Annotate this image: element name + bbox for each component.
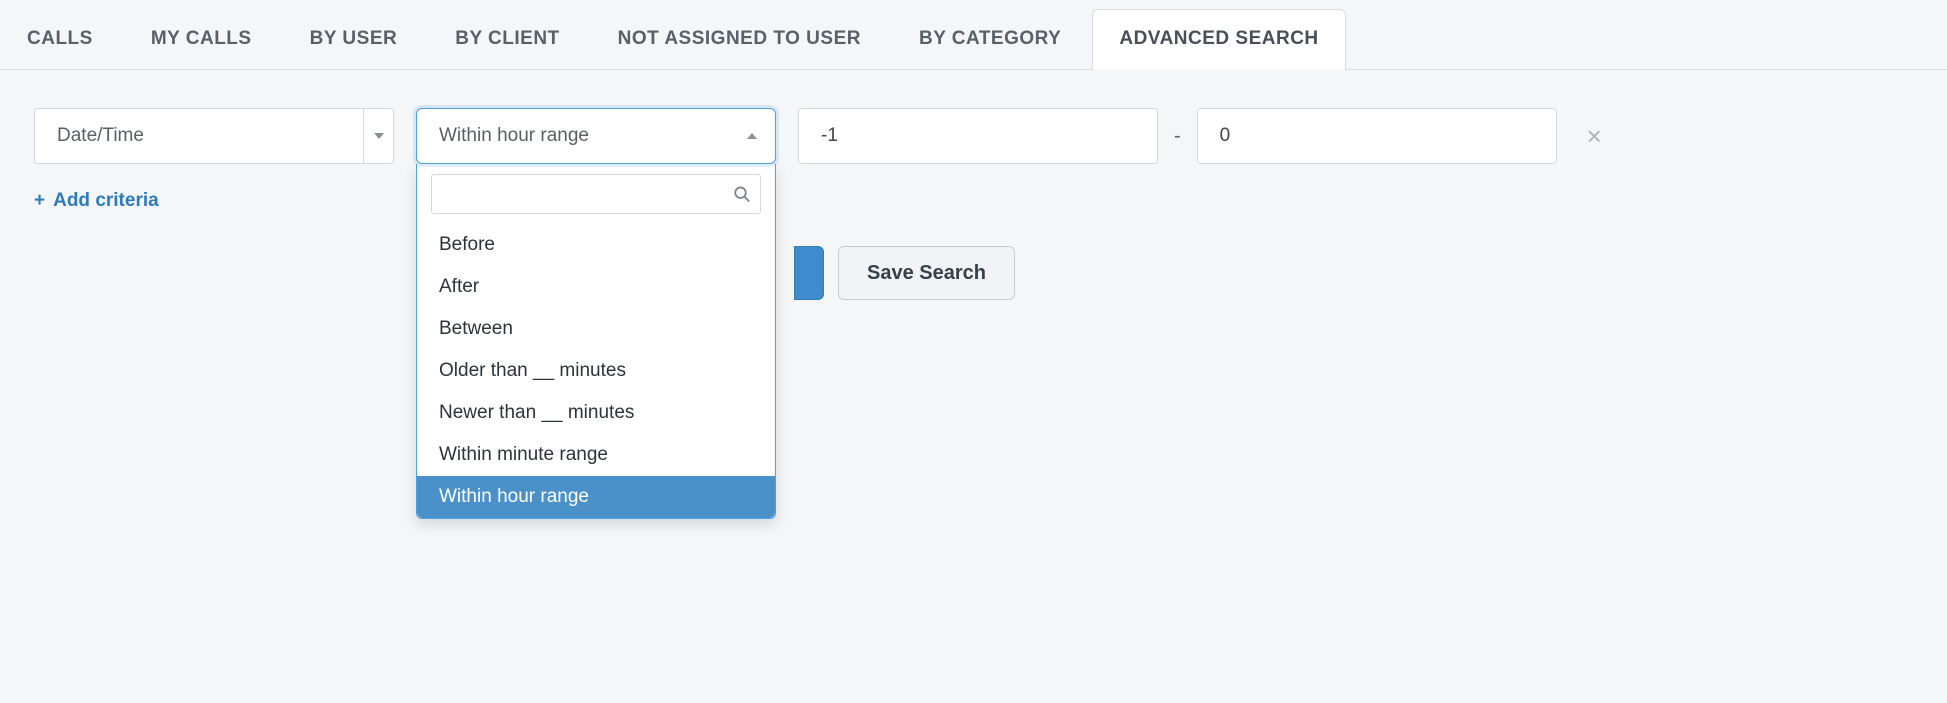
caret-down-icon	[374, 133, 384, 139]
operator-option-before[interactable]: Before	[417, 224, 775, 266]
add-criteria-label: Add criteria	[53, 190, 159, 212]
criteria-row: Date/Time Within hour range Before	[34, 108, 1913, 164]
remove-criteria-button[interactable]: ×	[1579, 123, 1610, 149]
operator-option-newer-than[interactable]: Newer than __ minutes	[417, 392, 775, 434]
plus-icon: +	[34, 190, 45, 212]
save-search-button[interactable]: Save Search	[838, 246, 1015, 300]
tab-bar: CALLS MY CALLS BY USER BY CLIENT NOT ASS…	[0, 8, 1947, 70]
range-from-input[interactable]	[798, 108, 1158, 164]
tab-by-client[interactable]: BY CLIENT	[428, 9, 586, 70]
operator-search-input[interactable]	[431, 174, 761, 214]
tab-not-assigned[interactable]: NOT ASSIGNED TO USER	[591, 9, 888, 70]
operator-option-within-minute[interactable]: Within minute range	[417, 434, 775, 476]
search-icon	[733, 185, 751, 208]
tab-my-calls[interactable]: MY CALLS	[124, 9, 279, 70]
field-select[interactable]: Date/Time	[34, 108, 394, 164]
operator-search-wrap	[417, 174, 775, 224]
add-criteria-button[interactable]: + Add criteria	[34, 190, 159, 212]
range-to-input[interactable]	[1197, 108, 1557, 164]
actions-row: Save Search	[794, 246, 1913, 300]
operator-option-between[interactable]: Between	[417, 308, 775, 350]
search-body: Date/Time Within hour range Before	[0, 70, 1947, 338]
operator-select-value: Within hour range	[439, 125, 589, 147]
operator-dropdown: Before After Between Older than __ minut…	[416, 164, 776, 519]
field-select-value: Date/Time	[35, 109, 363, 163]
operator-select-wrap: Within hour range Before After Between O…	[416, 108, 776, 164]
caret-up-icon	[747, 133, 757, 139]
tab-advanced-search[interactable]: ADVANCED SEARCH	[1092, 9, 1345, 70]
tab-by-category[interactable]: BY CATEGORY	[892, 9, 1088, 70]
range-separator: -	[1174, 125, 1181, 148]
operator-select[interactable]: Within hour range	[416, 108, 776, 164]
operator-option-after[interactable]: After	[417, 266, 775, 308]
tab-by-user[interactable]: BY USER	[283, 9, 425, 70]
operator-option-older-than[interactable]: Older than __ minutes	[417, 350, 775, 392]
close-icon: ×	[1587, 121, 1602, 151]
tab-calls[interactable]: CALLS	[0, 9, 120, 70]
operator-option-list: Before After Between Older than __ minut…	[417, 224, 775, 518]
operator-option-within-hour[interactable]: Within hour range	[417, 476, 775, 518]
search-button-edge[interactable]	[794, 246, 824, 300]
field-select-caret[interactable]	[363, 109, 393, 163]
